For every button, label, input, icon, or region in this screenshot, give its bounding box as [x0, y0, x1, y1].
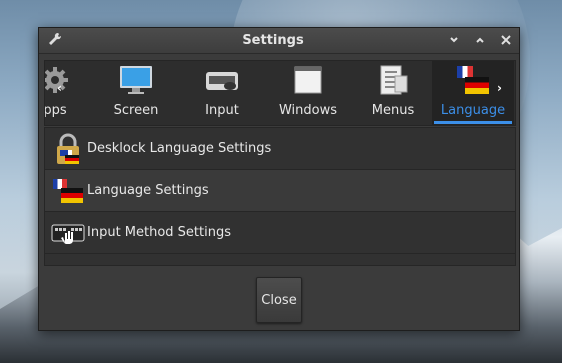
list-item-desklock-language[interactable]: Desklock Language Settings: [45, 128, 515, 170]
settings-window: Settings pps ‹ Screen Input Windows Menu…: [38, 27, 520, 331]
tab-screen[interactable]: Screen: [100, 61, 172, 125]
menu-icon: [357, 61, 429, 99]
titlebar[interactable]: Settings: [39, 28, 519, 54]
tab-label: pps: [44, 103, 67, 118]
scroll-right-icon[interactable]: ›: [497, 81, 502, 95]
window-title: Settings: [242, 33, 304, 48]
category-tabbar: pps ‹ Screen Input Windows Menus Languag…: [44, 60, 516, 126]
list-item-label: Language Settings: [87, 183, 209, 198]
tab-input[interactable]: Input: [186, 61, 258, 125]
tab-label: Menus: [371, 103, 415, 118]
chevron-down-icon[interactable]: [441, 34, 467, 48]
close-button[interactable]: Close: [256, 277, 302, 323]
keyboard-mouse-icon: [186, 61, 258, 99]
flags-icon: [48, 174, 88, 208]
list-item-input-method[interactable]: Input Method Settings: [45, 212, 515, 254]
tab-menus[interactable]: Menus: [357, 61, 429, 125]
tab-label: Input: [205, 103, 239, 118]
tab-windows[interactable]: Windows: [272, 61, 344, 125]
lock-flag-icon: [48, 132, 88, 166]
scroll-left-icon[interactable]: ‹: [57, 81, 62, 95]
tab-label: Screen: [113, 103, 159, 118]
tab-label: Windows: [278, 103, 338, 118]
list-item-language-settings[interactable]: Language Settings: [45, 170, 515, 212]
list-item-label: Input Method Settings: [87, 225, 232, 240]
tab-label: Language: [440, 103, 506, 118]
settings-list: Desklock Language Settings Language Sett…: [44, 127, 516, 266]
active-tab-indicator: [434, 121, 512, 124]
chevron-up-icon[interactable]: [467, 34, 493, 48]
close-icon[interactable]: [493, 34, 519, 48]
wrench-icon[interactable]: [45, 32, 65, 50]
window-icon: [272, 61, 344, 99]
list-item-label: Desklock Language Settings: [87, 141, 272, 156]
keyboard-hand-icon: [48, 216, 88, 250]
monitor-icon: [100, 61, 172, 99]
